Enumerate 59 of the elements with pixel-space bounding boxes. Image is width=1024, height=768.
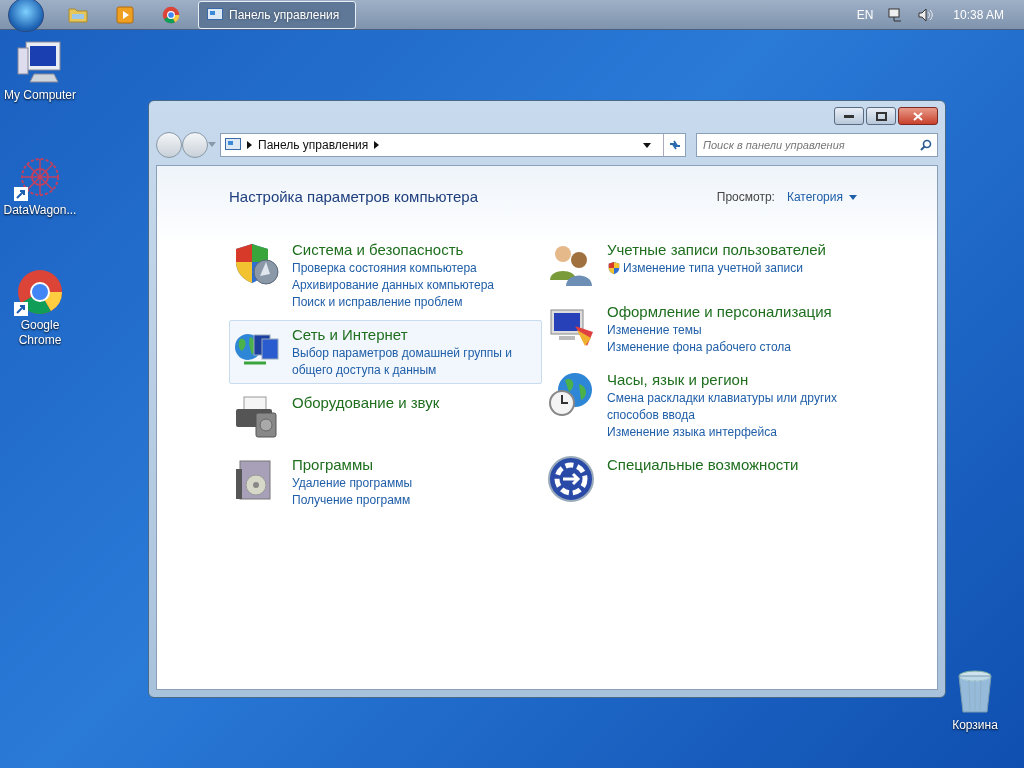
task-link[interactable]: Изменение типа учетной записи <box>623 259 803 277</box>
category-title-link[interactable]: Сеть и Интернет <box>292 324 539 345</box>
category-item[interactable]: Часы, язык и регион Смена раскладки клавиатуры или других способов ввода Изменение языка интерфейса <box>544 364 857 446</box>
task-link[interactable]: Выбор параметров домашней группы и общего доступа к данным <box>292 344 539 379</box>
chevron-icon[interactable] <box>374 141 380 149</box>
chevron-icon[interactable] <box>247 141 252 149</box>
category-title-link[interactable]: Система и безопасность <box>292 239 494 260</box>
task-link[interactable]: Архивирование данных компьютера <box>292 276 494 294</box>
task-link[interactable]: Изменение фона рабочего стола <box>607 338 791 356</box>
view-label: Просмотр: <box>716 189 775 207</box>
accessibility-icon <box>547 454 595 503</box>
control-panel-icon <box>207 7 223 22</box>
desktop-icon-label[interactable]: My Computer <box>4 88 76 103</box>
chrome-icon[interactable] <box>162 5 180 24</box>
category-title-link[interactable]: Программы <box>292 454 413 475</box>
category-title-link[interactable]: Часы, язык и регион <box>607 369 854 390</box>
task-link[interactable]: Получение программ <box>292 491 411 509</box>
category-item[interactable]: Оформление и персонализация Изменение темы Изменение фона рабочего стола <box>544 296 857 361</box>
desktop-icon-label[interactable]: Корзина <box>952 718 998 733</box>
task-link[interactable]: Удаление программы <box>292 474 413 492</box>
task-link[interactable]: Изменение языка интерфейса <box>607 423 777 441</box>
network-icon[interactable] <box>887 6 904 23</box>
desktop-icon-label[interactable]: Google Chrome <box>0 318 80 348</box>
close-icon <box>913 111 923 121</box>
minimize-icon <box>844 114 854 118</box>
refresh-icon <box>667 139 682 151</box>
dropdown-caret-icon <box>849 194 857 200</box>
category-item[interactable]: Учетные записи пользователей Изменение типа учетной записи <box>544 234 857 293</box>
task-link[interactable]: Поиск и исправление проблем <box>292 293 463 311</box>
speaker-icon[interactable] <box>917 6 934 23</box>
desktop-icon-label[interactable]: DataWagon... <box>3 203 77 218</box>
category-item[interactable]: Система и безопасность Проверка состояния компьютера Архивирование данных компьютера Поиск и исправление проблем <box>229 234 542 316</box>
task-link[interactable]: Проверка состояния компьютера <box>292 259 477 277</box>
category-item[interactable]: Оборудование и звук <box>229 387 542 446</box>
close-button[interactable] <box>898 107 938 125</box>
task-link[interactable]: Изменение темы <box>607 321 702 339</box>
search-icon <box>920 139 932 151</box>
address-bar[interactable]: Панель управления <box>220 133 686 157</box>
dropdown-caret-icon[interactable] <box>643 142 651 148</box>
category-item[interactable]: Программы Удаление программы Получение программ <box>229 449 542 514</box>
search-field[interactable]: Поиск в панели управления <box>696 133 938 157</box>
start-button[interactable] <box>8 0 44 32</box>
restore-icon <box>875 111 887 121</box>
category-item[interactable]: Специальные возможности <box>544 449 857 508</box>
view-dropdown[interactable]: Категория <box>786 188 857 207</box>
minimize-button[interactable] <box>834 107 864 125</box>
category-title-link[interactable]: Оформление и персонализация <box>607 301 832 322</box>
category-title-link[interactable]: Специальные возможности <box>607 454 799 475</box>
play-icon[interactable] <box>116 5 134 24</box>
breadcrumb-item[interactable]: Панель управления <box>258 136 369 154</box>
category-item[interactable]: Сеть и Интернет Выбор параметров домашней группы и общего доступа к данным <box>229 319 542 384</box>
taskbar-window-button[interactable]: Панель управления <box>198 0 356 29</box>
maximize-button[interactable] <box>866 107 896 125</box>
category-title-link[interactable]: Оборудование и звук <box>292 392 440 413</box>
chrome-icon <box>16 268 64 316</box>
task-link[interactable]: Смена раскладки клавиатуры или других способов ввода <box>607 389 854 424</box>
page-heading: Настройка параметров компьютера <box>229 187 478 207</box>
control-panel-icon <box>225 138 241 152</box>
category-title-link[interactable]: Учетные записи пользователей <box>607 239 826 260</box>
